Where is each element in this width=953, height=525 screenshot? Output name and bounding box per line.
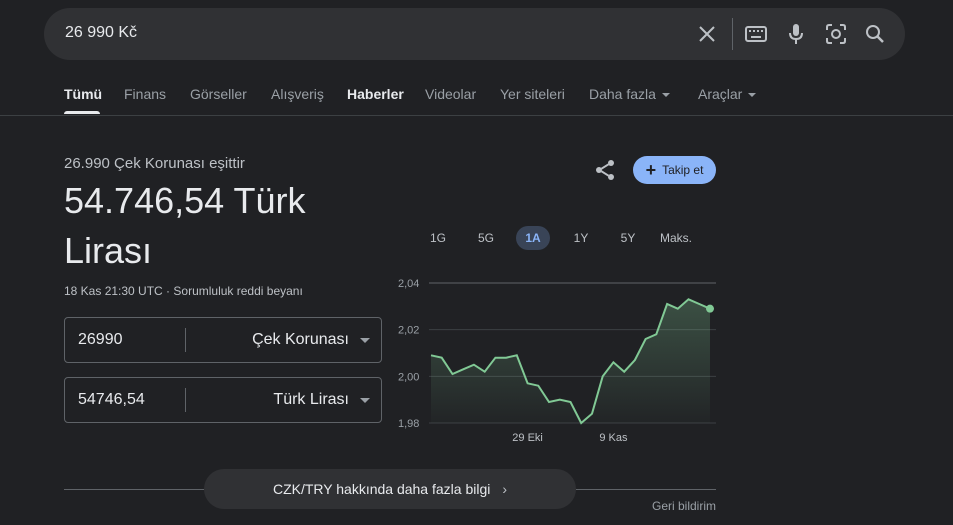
chevron-down-icon: [748, 93, 757, 98]
share-icon[interactable]: [593, 158, 617, 182]
plus-icon: +: [645, 160, 657, 180]
from-amount-input[interactable]: 26990: [78, 331, 123, 349]
chevron-right-icon: ›: [502, 481, 508, 497]
field-divider: [185, 328, 186, 352]
feedback-link[interactable]: Geri bildirim: [652, 499, 716, 513]
search-bar[interactable]: 26 990 Kč: [44, 8, 905, 60]
tab-videos[interactable]: Videolar: [425, 86, 476, 102]
tab-images[interactable]: Görseller: [190, 86, 247, 102]
tab-finance[interactable]: Finans: [124, 86, 166, 102]
to-amount-input[interactable]: 54746,54: [78, 391, 145, 409]
tab-shopping[interactable]: Alışveriş: [271, 86, 324, 102]
conversion-equals-text: 26.990 Çek Korunası eşittir: [64, 155, 245, 172]
follow-button[interactable]: + Takip et: [633, 156, 716, 184]
y-tick-label: 1,98: [398, 418, 419, 430]
camera-search-icon[interactable]: [824, 22, 848, 46]
search-icon[interactable]: [863, 22, 887, 46]
y-tick-label: 2,00: [398, 371, 419, 383]
separator-dot: ·: [162, 284, 174, 298]
header-divider: [0, 115, 953, 116]
from-currency-row: 26990 Çek Korunası: [64, 317, 382, 363]
conversion-result: 54.746,54 Türk Lirası: [64, 180, 306, 271]
field-divider: [185, 388, 186, 412]
active-tab-indicator: [64, 111, 100, 114]
chevron-down-icon: [661, 93, 670, 98]
clear-icon[interactable]: [695, 22, 719, 46]
tab-tools[interactable]: Araçlar: [698, 86, 757, 102]
to-currency-row: 54746,54 Türk Lirası: [64, 377, 382, 423]
disclaimer-link[interactable]: Sorumluluk reddi beyanı: [173, 284, 302, 298]
range-max[interactable]: Maks.: [656, 226, 696, 250]
more-info-button[interactable]: CZK/TRY hakkında daha fazla bilgi ›: [204, 469, 576, 509]
tab-tools-label: Araçlar: [698, 86, 743, 102]
x-tick-label: 9 Kas: [599, 432, 628, 444]
range-1d[interactable]: 1G: [421, 226, 455, 250]
tab-more-label: Daha fazla: [589, 86, 656, 102]
section-divider-right: [576, 489, 716, 490]
more-info-label: CZK/TRY hakkında daha fazla bilgi: [272, 481, 491, 497]
dropdown-arrow-icon[interactable]: [360, 398, 370, 403]
chart-last-point: [706, 304, 714, 313]
y-tick-label: 2,02: [398, 325, 419, 337]
section-divider-left: [64, 489, 204, 490]
y-tick-label: 2,04: [398, 278, 419, 290]
follow-label: Takip et: [662, 163, 704, 177]
exchange-rate-chart: 1,98 2,00 2,02 2,04 29 Eki 9 Kas: [398, 278, 716, 444]
tab-more[interactable]: Daha fazla: [589, 86, 670, 102]
update-timestamp: 18 Kas 21:30 UTC: [64, 284, 163, 298]
range-5d[interactable]: 5G: [469, 226, 503, 250]
microphone-icon[interactable]: [784, 22, 808, 46]
tab-places[interactable]: Yer siteleri: [500, 86, 565, 102]
to-currency-select[interactable]: Türk Lirası: [273, 391, 349, 409]
search-input[interactable]: 26 990 Kč: [65, 24, 137, 42]
search-tabs: Tümü Finans Görseller Alışveriş Haberler…: [0, 75, 953, 115]
from-currency-select[interactable]: Çek Korunası: [252, 331, 349, 349]
x-tick-label: 29 Eki: [512, 432, 543, 444]
tab-all[interactable]: Tümü: [64, 86, 102, 102]
dropdown-arrow-icon[interactable]: [360, 338, 370, 343]
search-divider: [732, 18, 733, 50]
range-1m[interactable]: 1A: [516, 226, 550, 250]
range-1y[interactable]: 1Y: [564, 226, 598, 250]
tab-news[interactable]: Haberler: [347, 86, 404, 102]
chart-area: [431, 299, 710, 423]
range-5y[interactable]: 5Y: [611, 226, 645, 250]
keyboard-icon[interactable]: [744, 22, 768, 46]
update-info: 18 Kas 21:30 UTC · Sorumluluk reddi beya…: [64, 284, 303, 298]
